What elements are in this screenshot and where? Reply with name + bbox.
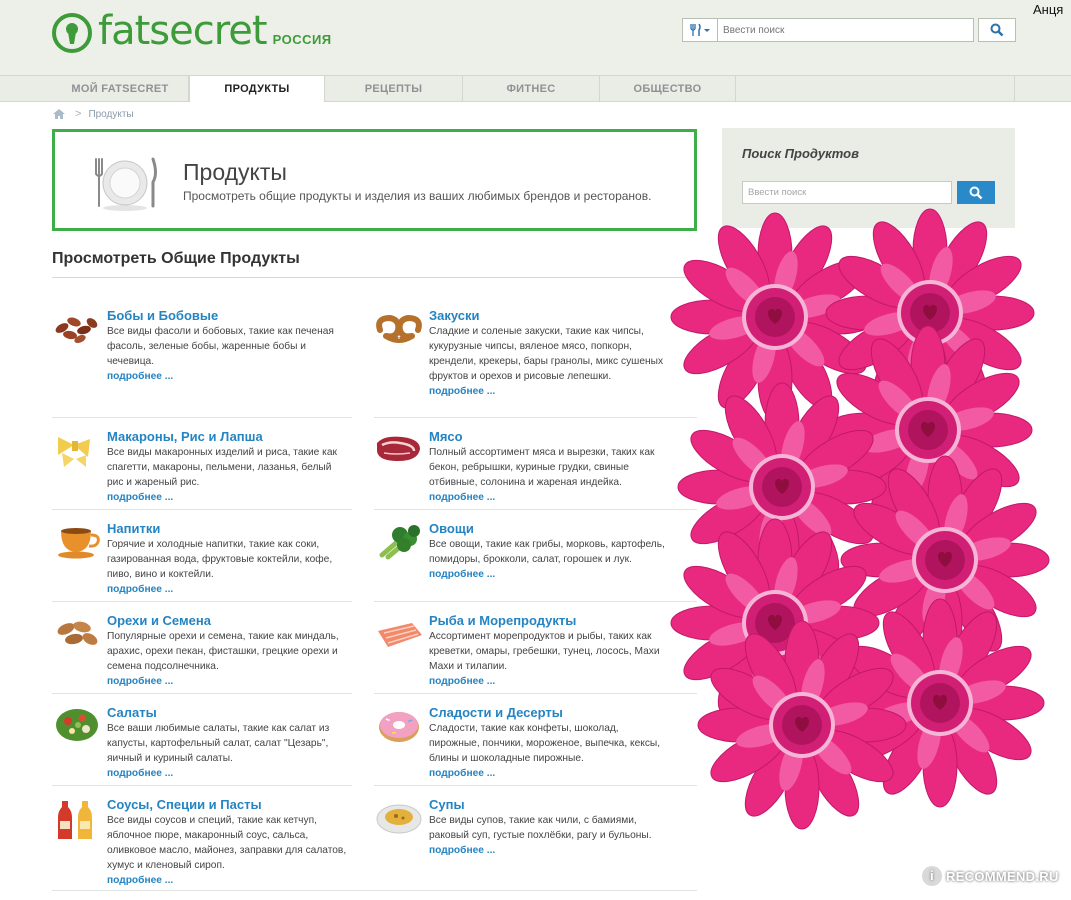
row-divider [52, 417, 352, 418]
logo-country: РОССИЯ [272, 32, 332, 47]
category-title[interactable]: Супы [429, 797, 465, 812]
tab-recipes[interactable]: РЕЦЕПТЫ [325, 76, 463, 102]
category-title[interactable]: Овощи [429, 521, 474, 536]
salad-icon[interactable] [52, 705, 102, 745]
category-description: Все виды супов, такие как чили, с бамиям… [429, 813, 669, 858]
site-header: fatsecret РОССИЯ Анця [0, 0, 1071, 75]
category-title[interactable]: Закуски [429, 308, 480, 323]
category-title[interactable]: Напитки [107, 521, 160, 536]
search-icon [990, 23, 1004, 37]
soup-icon[interactable] [374, 797, 424, 837]
breadcrumb: > Продукты [52, 108, 134, 120]
broccoli-icon[interactable] [374, 521, 424, 561]
more-link[interactable]: подробнее ... [429, 843, 669, 858]
almonds-icon[interactable] [52, 613, 102, 653]
banner-subtitle: Просмотреть общие продукты и изделия из … [183, 189, 652, 203]
keyhole-logo-icon [52, 13, 92, 53]
category-title[interactable]: Бобы и Бобовые [107, 308, 218, 323]
tab-empty [736, 76, 1015, 102]
row-divider [52, 890, 697, 891]
pink-flowers-sticker [670, 208, 1050, 830]
username-label[interactable]: Анця [1033, 2, 1063, 17]
category-description: Ассортимент морепродуктов и рыбы, таких … [429, 629, 669, 689]
pretzel-icon[interactable] [374, 308, 424, 348]
beans-icon[interactable] [52, 308, 102, 348]
category-title[interactable]: Салаты [107, 705, 157, 720]
category-description: Сладкие и соленые закуски, такие как чип… [429, 324, 669, 399]
row-divider [52, 785, 352, 786]
row-divider [52, 693, 352, 694]
search-type-dropdown[interactable] [682, 18, 718, 42]
sauce-bottles-icon[interactable] [52, 797, 102, 839]
header-search-input[interactable] [718, 18, 974, 42]
tab-fitness[interactable]: ФИТНЕС [463, 76, 600, 102]
cup-icon[interactable] [52, 521, 102, 561]
tab-my-fatsecret[interactable]: МОЙ FATSECRET [52, 76, 189, 102]
more-link[interactable]: подробнее ... [107, 490, 347, 505]
tab-community[interactable]: ОБЩЕСТВО [600, 76, 736, 102]
category-title[interactable]: Орехи и Семена [107, 613, 211, 628]
search-icon [969, 186, 983, 199]
breadcrumb-separator-icon: > [75, 108, 82, 120]
category-title[interactable]: Соусы, Специи и Пасты [107, 797, 262, 812]
recommend-watermark: i RECOMMEND.RU [922, 866, 1059, 886]
sidebar-search-input[interactable]: Ввести поиск [742, 181, 952, 204]
products-banner: Продукты Просмотреть общие продукты и из… [52, 129, 697, 231]
banner-title: Продукты [183, 159, 287, 185]
category-description: Все виды соусов и специй, такие как кетч… [107, 815, 347, 888]
category-description: Полный ассортимент мяса и вырезки, таких… [429, 445, 669, 505]
fork-knife-icon [690, 23, 710, 36]
header-search-button[interactable] [978, 18, 1016, 42]
more-link[interactable]: подробнее ... [107, 766, 347, 781]
donut-icon[interactable] [374, 705, 424, 745]
row-divider [374, 785, 697, 786]
category-title[interactable]: Рыба и Морепродукты [429, 613, 576, 628]
category-description: Популярные орехи и семена, такие как мин… [107, 629, 347, 689]
row-divider [52, 601, 352, 602]
more-link[interactable]: подробнее ... [107, 369, 347, 384]
row-divider [374, 693, 697, 694]
category-description: Все виды макаронных изделий и риса, таки… [107, 445, 347, 505]
main-nav: МОЙ FATSECRET ПРОДУКТЫ РЕЦЕПТЫ ФИТНЕС ОБ… [0, 75, 1071, 102]
recommend-logo-icon: i [922, 866, 942, 886]
logo-text: fatsecret [98, 8, 268, 54]
more-link[interactable]: подробнее ... [429, 384, 669, 399]
steak-icon[interactable] [374, 429, 424, 469]
tab-products[interactable]: ПРОДУКТЫ [189, 75, 325, 102]
category-description: Все виды фасоли и бобовых, такие как печ… [107, 324, 347, 384]
home-icon[interactable] [52, 108, 66, 120]
pasta-icon[interactable] [52, 429, 102, 469]
sidebar-search-button[interactable] [957, 181, 995, 204]
more-link[interactable]: подробнее ... [107, 674, 347, 689]
category-title[interactable]: Мясо [429, 429, 463, 444]
row-divider [374, 417, 697, 418]
category-description: Все овощи, такие как грибы, морковь, кар… [429, 537, 669, 582]
category-description: Горячие и холодные напитки, такие как со… [107, 537, 347, 597]
section-divider [52, 277, 697, 278]
category-title[interactable]: Сладости и Десерты [429, 705, 563, 720]
fatsecret-logo[interactable]: fatsecret РОССИЯ [52, 9, 332, 53]
section-title: Просмотреть Общие Продукты [52, 250, 300, 267]
more-link[interactable]: подробнее ... [429, 766, 669, 781]
sidebar-title: Поиск Продуктов [742, 146, 859, 161]
breadcrumb-current[interactable]: Продукты [88, 109, 133, 120]
more-link[interactable]: подробнее ... [429, 674, 669, 689]
plate-cutlery-icon [91, 154, 159, 212]
category-description: Сладости, такие как конфеты, шоколад, пи… [429, 721, 669, 781]
more-link[interactable]: подробнее ... [429, 567, 669, 582]
more-link[interactable]: подробнее ... [429, 490, 669, 505]
category-description: Все ваши любимые салаты, такие как салат… [107, 721, 347, 781]
row-divider [374, 509, 697, 510]
header-search [682, 18, 1016, 42]
row-divider [374, 601, 697, 602]
salmon-icon[interactable] [374, 613, 424, 653]
more-link[interactable]: подробнее ... [107, 873, 347, 888]
row-divider [52, 509, 352, 510]
more-link[interactable]: подробнее ... [107, 582, 347, 597]
category-title[interactable]: Макароны, Рис и Лапша [107, 429, 263, 444]
